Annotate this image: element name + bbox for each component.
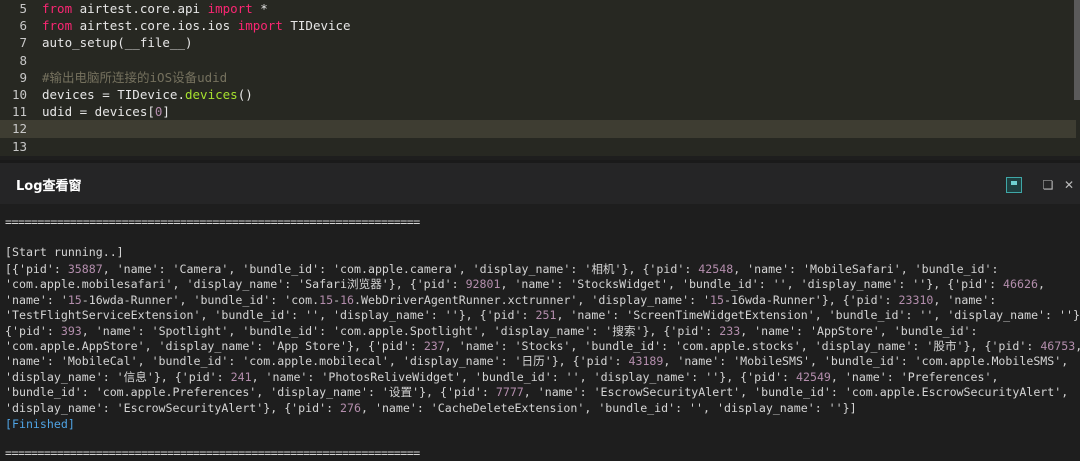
- line-number: 10: [11, 87, 27, 102]
- code-line[interactable]: 13: [0, 138, 1076, 156]
- code-line[interactable]: 12: [0, 120, 1076, 139]
- code-token: udid = devices[: [42, 104, 155, 120]
- filter-icon[interactable]: [1006, 177, 1022, 193]
- code-token: from: [42, 18, 73, 34]
- close-icon[interactable]: ✕: [1061, 177, 1077, 193]
- code-line[interactable]: 8: [0, 52, 1076, 70]
- code-token: airtest.core.ios.ios: [72, 18, 238, 34]
- log-separator-bottom: ========================================…: [5, 446, 420, 460]
- log-output[interactable]: ========================================…: [0, 204, 1080, 461]
- line-number: 7: [19, 35, 27, 51]
- code-token: devices: [185, 87, 238, 102]
- log-start-line: [Start running..]: [5, 245, 124, 259]
- code-line[interactable]: 5 from airtest.core.api import *: [0, 0, 1076, 18]
- code-line[interactable]: 11 udid = devices[0]: [0, 103, 1076, 121]
- log-output-line: 'display_name': 'EscrowSecurityAlert'}, …: [5, 400, 857, 415]
- code-text: print(TIDevice.ps(udid)): [42, 155, 223, 157]
- log-finished-line: [Finished]: [5, 417, 75, 431]
- line-number: 14: [0, 155, 27, 157]
- code-text: auto_setup(__file__): [42, 34, 193, 52]
- maximize-icon[interactable]: ❏: [1040, 177, 1056, 193]
- line-number: 13: [11, 138, 27, 154]
- code-line[interactable]: 14 print(TIDevice.ps(udid)): [0, 155, 1076, 157]
- code-text: from airtest.core.ios.ios import TIDevic…: [42, 17, 351, 35]
- code-token: (): [237, 87, 253, 102]
- log-separator-top: ========================================…: [5, 215, 420, 229]
- line-number: 5: [19, 1, 27, 16]
- code-token: devices = TIDevice.: [42, 87, 185, 102]
- code-text: #输出电脑所连接的iOS设备udid: [42, 69, 227, 87]
- line-number: 6: [19, 18, 27, 34]
- code-line[interactable]: 7 auto_setup(__file__): [0, 34, 1076, 52]
- code-text: devices = TIDevice.devices(): [42, 86, 253, 104]
- line-number: 12: [11, 121, 27, 137]
- code-line[interactable]: 6 from airtest.core.ios.ios import TIDevi…: [0, 17, 1076, 35]
- code-editor[interactable]: 5 from airtest.core.api import * 6 from air…: [0, 0, 1080, 156]
- code-token: TIDevice: [282, 18, 351, 34]
- log-panel-header: Log查看窗 ❏ ✕: [0, 160, 1080, 204]
- code-token: auto_setup(__file__): [42, 35, 193, 51]
- code-token: import: [237, 18, 283, 34]
- code-token: *: [252, 1, 268, 16]
- code-line[interactable]: 10 devices = TIDevice.devices(): [0, 86, 1076, 104]
- code-text: from airtest.core.api import *: [42, 0, 268, 18]
- line-number: 11: [11, 104, 27, 120]
- code-token: ]: [162, 104, 170, 120]
- log-panel-title: Log查看窗: [16, 179, 82, 194]
- editor-scrollbar[interactable]: [1074, 0, 1080, 100]
- code-token: #输出电脑所连接的iOS设备udid: [42, 69, 228, 85]
- code-token: import: [207, 1, 253, 16]
- code-token: from: [42, 1, 73, 16]
- line-number: 8: [19, 52, 27, 68]
- code-line[interactable]: 9 #输出电脑所连接的iOS设备udid: [0, 69, 1076, 87]
- code-text: udid = devices[0]: [42, 103, 170, 121]
- code-token: airtest.core.api: [72, 1, 208, 16]
- line-number: 9: [19, 69, 27, 85]
